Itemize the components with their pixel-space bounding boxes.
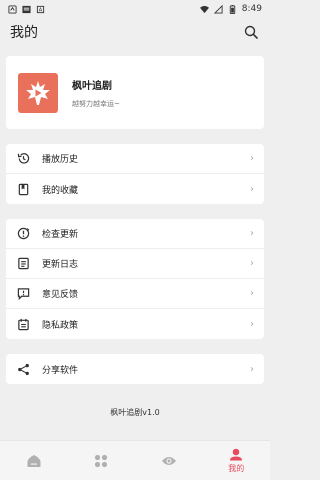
profile-subtitle: 越努力越幸运~	[72, 99, 120, 108]
menu-item-privacy[interactable]: 隐私政策 ›	[6, 309, 264, 339]
profile-icon	[230, 448, 243, 460]
share-icon	[17, 363, 29, 375]
bottom-nav: 我的	[0, 440, 270, 480]
wifi-icon	[199, 5, 209, 13]
app-notification-icon	[22, 5, 31, 13]
eye-icon	[161, 456, 176, 465]
menu-item-favorites[interactable]: 我的收藏 ›	[6, 174, 264, 204]
app-bar: 我的	[0, 18, 270, 46]
page-title: 我的	[10, 25, 38, 41]
search-icon	[244, 25, 258, 39]
bookmark-icon	[18, 183, 28, 195]
menu-label: 更新日志	[42, 260, 79, 270]
menu-item-check-update[interactable]: 检查更新 ›	[6, 219, 264, 249]
nav-item-home[interactable]	[0, 441, 68, 480]
nav-label-profile: 我的	[228, 463, 245, 473]
maple-leaf-play-icon	[26, 80, 50, 105]
menu-label: 检查更新	[42, 230, 79, 240]
privacy-icon	[17, 318, 29, 330]
notification-icon	[8, 4, 17, 14]
nav-item-profile[interactable]: 我的	[203, 441, 271, 480]
app-logo	[18, 72, 58, 113]
profile-name: 枫叶追剧	[72, 80, 112, 92]
chevron-right-icon: ›	[250, 288, 254, 299]
chevron-right-icon: ›	[250, 183, 254, 195]
chevron-right-icon: ›	[250, 318, 254, 330]
chevron-right-icon: ›	[250, 258, 254, 269]
menu-group-library: 播放历史 › 我的收藏 ›	[6, 144, 264, 204]
feedback-icon	[17, 288, 29, 300]
battery-icon	[229, 4, 235, 14]
search-button[interactable]	[242, 23, 260, 41]
status-time: 8:49	[241, 4, 262, 14]
profile-card[interactable]: 枫叶追剧 越努力越幸运~	[6, 56, 264, 129]
download-notification-icon: A	[36, 5, 45, 13]
app-version: 枫叶追剧v1.0	[110, 408, 160, 417]
nav-item-watch[interactable]	[135, 441, 203, 480]
menu-item-share[interactable]: 分享软件 ›	[6, 354, 264, 384]
menu-label: 意见反馈	[42, 290, 79, 300]
menu-group-share: 分享软件 ›	[6, 354, 264, 384]
svg-text:A: A	[39, 7, 43, 13]
menu-item-history[interactable]: 播放历史 ›	[6, 144, 264, 174]
nav-item-category[interactable]	[68, 441, 136, 480]
menu-label: 我的收藏	[42, 185, 79, 196]
menu-item-feedback[interactable]: 意见反馈 ›	[6, 279, 264, 309]
menu-label: 隐私政策	[42, 320, 79, 331]
update-icon	[17, 227, 29, 240]
log-icon	[17, 257, 29, 270]
status-bar: A 8:49	[0, 0, 270, 18]
signal-icon	[213, 4, 223, 14]
menu-label: 分享软件	[42, 365, 79, 376]
home-icon	[27, 454, 41, 467]
menu-item-changelog[interactable]: 更新日志 ›	[6, 249, 264, 279]
chevron-right-icon: ›	[250, 153, 254, 164]
chevron-right-icon: ›	[250, 228, 254, 239]
menu-label: 播放历史	[42, 155, 79, 165]
history-icon	[17, 153, 29, 164]
chevron-right-icon: ›	[250, 363, 254, 375]
menu-group-app: 检查更新 › 更新日志 › 意见反馈 › 隐私政策 ›	[6, 219, 264, 339]
category-icon	[95, 454, 108, 467]
